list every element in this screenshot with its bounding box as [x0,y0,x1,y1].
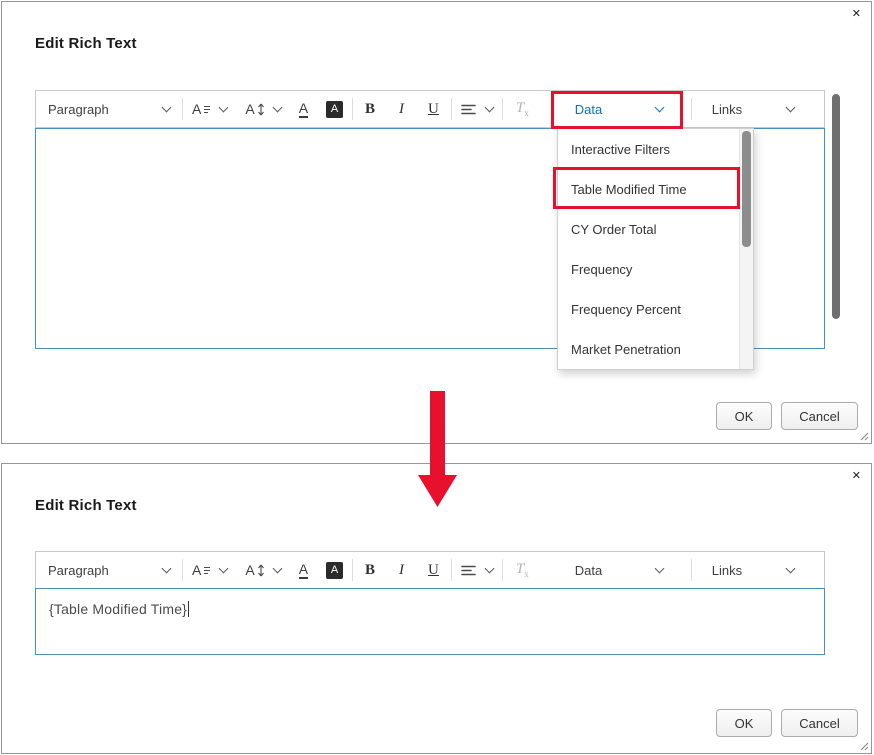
chevron-down-icon [654,563,664,573]
menu-item-table-modified-time[interactable]: Table Modified Time [558,169,740,209]
font-size-icon: A [245,101,254,117]
menu-item-market-penetration[interactable]: Market Penetration [558,329,740,369]
close-icon[interactable]: ✕ [852,9,861,20]
chevron-down-icon [272,102,282,112]
menu-item-frequency-percent[interactable]: Frequency Percent [558,289,740,329]
resize-grip[interactable] [859,741,869,751]
bold-button[interactable]: B [353,552,387,588]
rich-text-editor[interactable]: {Table Modified Time} [35,588,825,655]
edit-rich-text-dialog-top: ✕ Edit Rich Text Paragraph A A A A [1,1,872,444]
close-icon[interactable]: ✕ [852,471,861,482]
font-color-button[interactable]: A [290,91,317,127]
underline-icon: U [425,562,442,579]
up-down-arrow-icon [257,564,265,577]
clear-formatting-button: Tx [503,552,542,588]
font-color-icon: A [299,561,308,579]
toolbar-separator [691,98,692,120]
font-color-icon: A [299,100,308,118]
font-size-button[interactable]: A [236,91,289,127]
paragraph-style-select[interactable]: Paragraph [36,91,182,127]
paragraph-style-label: Paragraph [48,563,109,578]
edit-rich-text-dialog-bottom: ✕ Edit Rich Text Paragraph A A A A [1,463,872,754]
highlight-color-button[interactable]: A [317,552,352,588]
italic-icon: I [396,101,407,118]
resize-grip[interactable] [859,431,869,441]
dialog-title: Edit Rich Text [35,35,137,52]
text-lines-icon [203,565,211,576]
data-dropdown[interactable]: Data [563,91,675,127]
text-cursor [188,601,189,617]
underline-button[interactable]: U [416,552,451,588]
font-family-button[interactable]: A [183,552,236,588]
chevron-down-icon [162,563,172,573]
font-color-button[interactable]: A [290,552,317,588]
font-size-button[interactable]: A [236,552,289,588]
chevron-down-icon [219,102,229,112]
links-dropdown-label: Links [712,102,742,117]
rich-text-toolbar: Paragraph A A A A B [35,551,825,589]
italic-button[interactable]: I [387,91,416,127]
clear-formatting-icon: Tx [512,100,533,118]
menu-item-frequency[interactable]: Frequency [558,249,740,289]
editor-text: {Table Modified Time} [49,601,187,617]
data-dropdown[interactable]: Data [563,552,675,588]
links-dropdown-label: Links [712,563,742,578]
data-dropdown-label: Data [575,563,602,578]
alignment-button[interactable] [452,552,502,588]
alignment-button[interactable] [452,91,502,127]
dialog-title: Edit Rich Text [35,497,137,514]
links-dropdown[interactable]: Links [700,91,806,127]
cancel-button[interactable]: Cancel [781,709,858,737]
font-family-icon: A [192,562,201,578]
menu-scrollbar[interactable] [739,129,753,369]
chevron-down-icon [272,563,282,573]
menu-scrollbar-thumb[interactable] [742,131,751,247]
ok-button[interactable]: OK [716,402,772,430]
menu-item-interactive-filters[interactable]: Interactive Filters [558,129,740,169]
data-dropdown-menu: Interactive Filters Table Modified Time … [557,128,754,370]
highlight-icon: A [326,101,343,118]
paragraph-style-label: Paragraph [48,102,109,117]
font-family-icon: A [192,101,201,117]
chevron-down-icon [654,102,664,112]
clear-formatting-button: Tx [503,91,542,127]
dialog-scrollbar-thumb[interactable] [832,94,840,319]
bold-icon: B [362,101,378,118]
clear-formatting-icon: Tx [512,561,533,579]
paragraph-style-select[interactable]: Paragraph [36,552,182,588]
bold-icon: B [362,562,378,579]
highlight-color-button[interactable]: A [317,91,352,127]
chevron-down-icon [484,102,494,112]
bold-button[interactable]: B [353,91,387,127]
chevron-down-icon [219,563,229,573]
chevron-down-icon [484,563,494,573]
italic-icon: I [396,562,407,579]
ok-button[interactable]: OK [716,709,772,737]
align-left-icon [461,103,477,116]
menu-item-cy-order-total[interactable]: CY Order Total [558,209,740,249]
rich-text-toolbar: Paragraph A A A A B [35,90,825,128]
data-dropdown-label: Data [575,102,602,117]
font-size-icon: A [245,562,254,578]
text-lines-icon [203,104,211,115]
underline-button[interactable]: U [416,91,451,127]
screenshot-stage: ✕ Edit Rich Text Paragraph A A A A [0,0,874,755]
toolbar-separator [691,559,692,581]
up-down-arrow-icon [257,103,265,116]
highlight-icon: A [326,562,343,579]
chevron-down-icon [162,102,172,112]
cancel-button[interactable]: Cancel [781,402,858,430]
align-left-icon [461,564,477,577]
links-dropdown[interactable]: Links [700,552,806,588]
font-family-button[interactable]: A [183,91,236,127]
italic-button[interactable]: I [387,552,416,588]
chevron-down-icon [785,563,795,573]
chevron-down-icon [785,102,795,112]
underline-icon: U [425,101,442,118]
